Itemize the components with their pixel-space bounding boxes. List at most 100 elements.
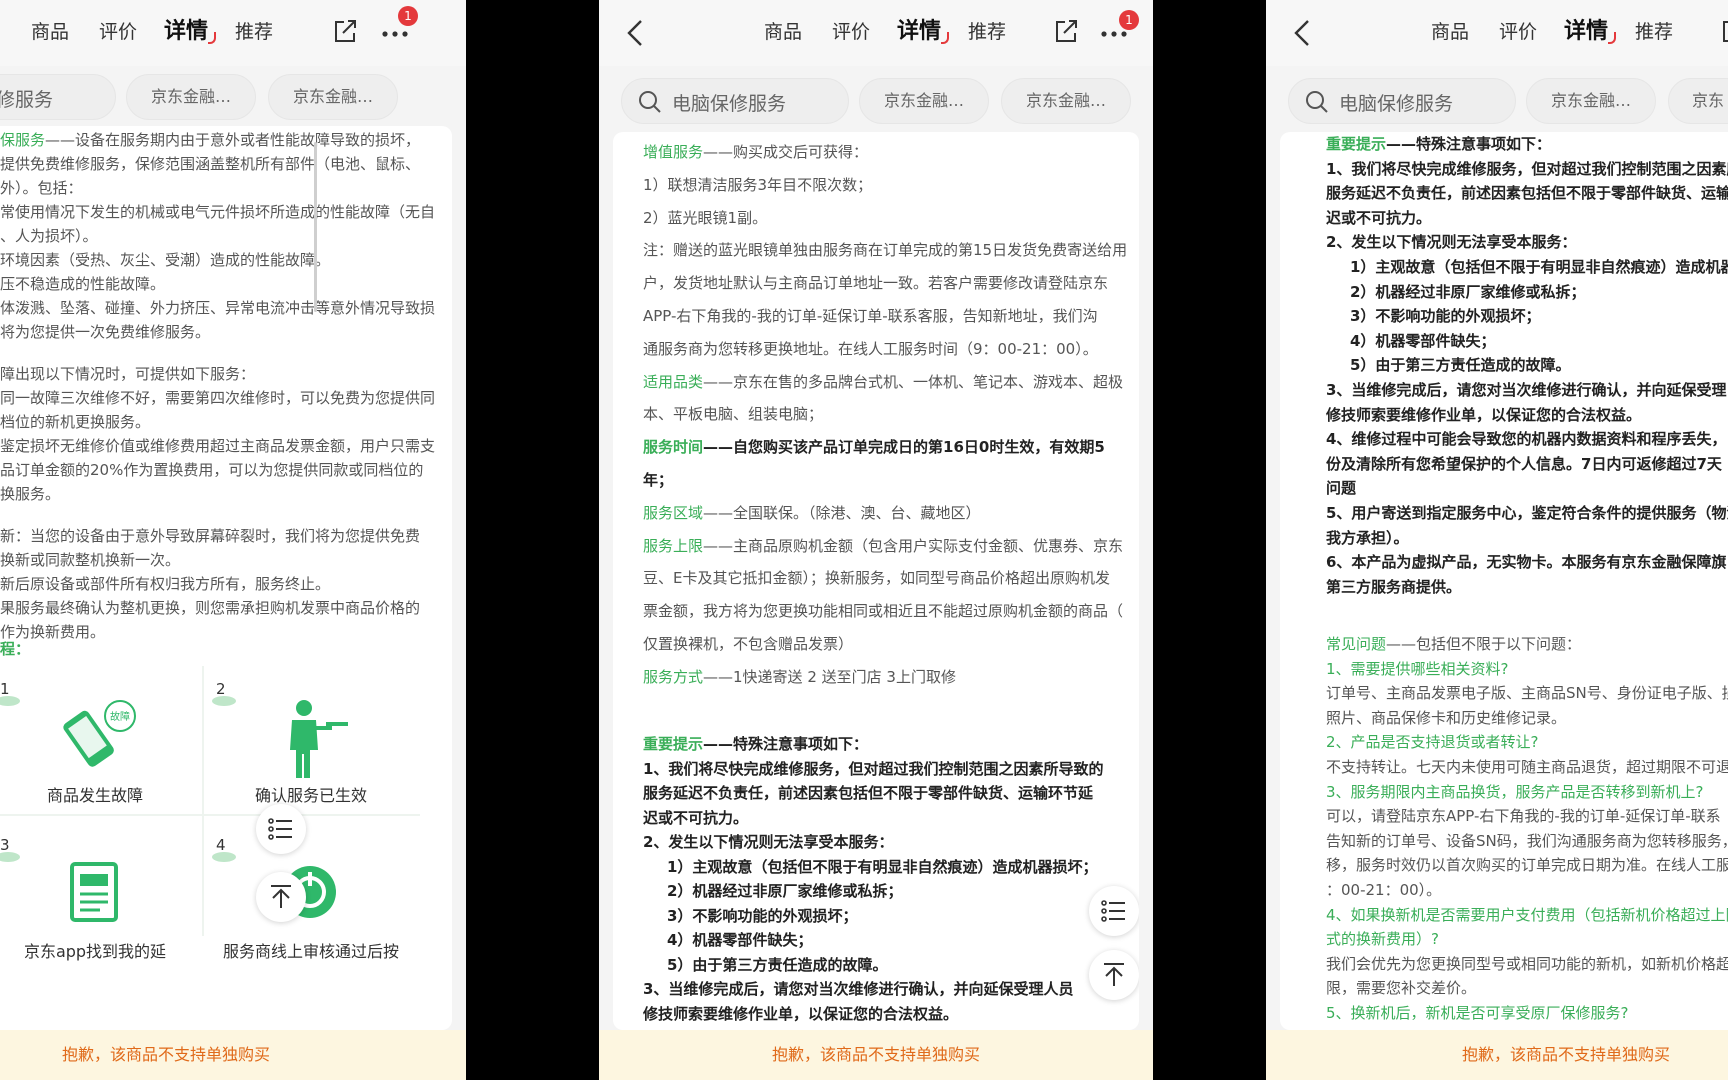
text-line: 3、服务期限内主商品换货，服务产品是否转移到新机上? [1326, 782, 1704, 801]
text-line: 3）不影响功能的外观损坏； [1350, 307, 1541, 326]
text-line: 档位的新机更换服务。 [0, 413, 151, 431]
tab-details[interactable]: 详情 [1552, 14, 1620, 50]
tab-details[interactable]: 详情 [152, 14, 220, 50]
arrow-up-icon [1104, 963, 1124, 986]
text-line: 不支持转让。七天内未使用可随主商品退货，超过期限不可退。 [1326, 757, 1728, 776]
keyword-chip[interactable]: 京东金融… [126, 74, 256, 120]
text-line: 、人为损坏）。 [0, 227, 98, 245]
text-line: 限，需要您补交差价。 [1326, 979, 1477, 998]
flow-step-label: 商品发生故障 [46, 786, 143, 805]
tab-reviews[interactable]: 评价 [1484, 14, 1552, 50]
text-line: 服务方式——1快递寄送 2 送至门店 3上门取修 [643, 667, 956, 686]
text-line: 2）蓝光眼镜1副。 [643, 208, 768, 227]
keyword-chip-row: 电脑保修服务 京东金融… 京东 [1266, 70, 1728, 130]
tab-recommend[interactable]: 推荐 [953, 14, 1021, 50]
text-line: 迟或不可抗力。 [1326, 208, 1432, 227]
text-line: 可以，请登陆京东APP-右下角我的-我的订单-延保订单-联系 [1326, 807, 1721, 826]
text-line: 5、换新机后，新机是否可享受原厂保修服务? [1326, 1003, 1629, 1022]
important-notice: 重要提示——特殊注意事项如下： 1、我们将尽快完成维修服务，但对超过我们控制范围… [1326, 132, 1728, 599]
text-line: 1、我们将尽快完成维修服务，但对超过我们控制范围之因素所 [1326, 159, 1728, 178]
keyword-chip[interactable]: 京东金融… [859, 78, 989, 124]
service-description: 保服务——设备在服务期内由于意外或者性能故障导致的损坏， 提供免费维修服务，保修范… [0, 128, 442, 644]
faq-section: 常见问题——包括但不限于以下问题： 1、需要提供哪些相关资料? 订单号、主商品发票… [1326, 632, 1728, 1026]
outline-button[interactable] [256, 804, 306, 854]
back-to-top-button[interactable] [256, 872, 306, 922]
search-chip[interactable]: 电脑保修服务 [621, 78, 849, 124]
text-line: 第三方服务商提供。 [1326, 577, 1462, 596]
notification-badge: 1 [1119, 10, 1139, 30]
text-line: 票金额，我方将为您更换功能相同或相近且不能超过原购机金额的商品（ [643, 602, 1124, 621]
text-line: 新后原设备或部件所有权归我方所有，服务终止。 [0, 575, 331, 593]
keyword-chip-row: 电脑保修服务 京东金融… 京东金融… [0, 66, 466, 126]
tab-recommend[interactable]: 推荐 [220, 14, 288, 50]
tab-product[interactable]: 商品 [16, 14, 84, 50]
broken-phone-icon: 故障 [63, 700, 136, 767]
text-line: 作为换新费用。 [0, 623, 106, 641]
tab-details[interactable]: 详情 [885, 14, 953, 50]
text-line: 年； [643, 470, 674, 489]
text-line: 份及清除所有您希望保护的个人信息。7日内可返修超过7天 [1326, 454, 1722, 473]
text-line: 告知新的订单号、设备SN码，我们沟通服务商为您转移服务， [1326, 831, 1728, 850]
search-chip[interactable]: 电脑保修服务 [0, 74, 116, 120]
tab-recommend[interactable]: 推荐 [1620, 14, 1688, 50]
list-icon [1101, 900, 1125, 922]
text-line: 鉴定损坏无维修价值或维修费用超过主商品发票金额，用户只需支 [0, 437, 436, 455]
search-icon [639, 91, 661, 113]
text-line: 5）由于第三方责任造成的故障。 [1350, 356, 1571, 375]
scrollbar[interactable] [314, 142, 317, 312]
keyword-chip[interactable]: 京东金融… [268, 74, 398, 120]
text-line: 提供免费维修服务，保修范围涵盖整机所有部件（电池、鼠标、 [0, 155, 421, 173]
text-line: 换新或同款整机换新一次。 [0, 551, 181, 569]
tab-reviews[interactable]: 评价 [84, 14, 152, 50]
share-icon[interactable] [1718, 16, 1728, 46]
svg-text:故障: 故障 [110, 710, 130, 723]
text-line: 1）主观故意（包括但不限于有明显非自然痕迹）造成机器 [1350, 257, 1728, 276]
back-to-top-button[interactable] [1089, 950, 1139, 1000]
keyword-chip[interactable]: 京东金融… [1001, 78, 1131, 124]
tab-product[interactable]: 商品 [1416, 14, 1484, 50]
text-line: 我方承担）。 [1326, 528, 1409, 547]
tab-bar: 商品 评价 详情 推荐 [1416, 14, 1688, 50]
text-line: 1）联想清洁服务3年目不限次数； [643, 175, 873, 194]
text-line: 常使用情况下发生的机械或电气元件损坏所造成的性能故障（无自 [0, 203, 436, 221]
search-chip-label: 电脑保修服务 [1339, 93, 1454, 115]
keyword-chip[interactable]: 京东金融… [1526, 78, 1656, 124]
phone-panel-left: 商品 评价 详情 推荐 1 电脑保修服务 京东金融… 京东金融… 保服务——设备… [0, 0, 466, 1080]
text-line: 2）机器经过非原厂家维修或私拆； [1350, 282, 1586, 301]
important-notice: 重要提示——特殊注意事项如下： 1、我们将尽快完成维修服务，但对超过我们控制范围… [643, 732, 1129, 1026]
back-icon[interactable] [1288, 16, 1316, 50]
text-line: 品订单金额的20%作为置换费用，可以为您提供同款或同档位的 [0, 461, 424, 479]
text-line: 3）不影响功能的外观损坏； [667, 906, 858, 925]
flow-step: 4 服务商线上审核通过后按 [206, 822, 416, 972]
text-line: 压不稳造成的性能故障。 [0, 275, 166, 293]
text-line: 照片、商品保修卡和历史维修记录。 [1326, 708, 1567, 727]
keyword-chip-row: 电脑保修服务 京东金融… 京东金融… [599, 70, 1153, 130]
text-line: 式的换新费用）? [1326, 930, 1439, 949]
text-line: 同一故障三次维修不好，需要第四次维修时，可以免费为您提供同 [0, 389, 436, 407]
share-icon[interactable] [330, 16, 360, 46]
text-line: 2、发生以下情况则无法享受本服务： [643, 833, 894, 851]
text-line: 外）。包括： [0, 179, 83, 197]
service-staff-icon [290, 700, 348, 778]
text-line: 户，发货地址默认与主商品订单地址一致。若客户需要修改请登陆京东 [643, 274, 1109, 293]
tab-bar: 商品 评价 详情 推荐 [16, 14, 288, 50]
flow-title: 程： [0, 640, 31, 658]
share-icon[interactable] [1051, 16, 1081, 46]
document-icon [70, 862, 118, 922]
keyword-chip[interactable]: 京东 [1668, 78, 1728, 124]
text-line: 移，服务时效仍以首次购买的订单完成日期为准。在线人工服务 [1326, 856, 1728, 875]
search-chip[interactable]: 电脑保修服务 [1288, 78, 1516, 124]
search-chip-label: 电脑保修服务 [672, 93, 787, 115]
flow-step: 1 故障 商品发生故障 [0, 666, 200, 816]
phone-panel-center: 商品 评价 详情 推荐 1 电脑保修服务 京东金融… 京东金融… 增值服务——购… [599, 0, 1153, 1080]
text-line: 障出现以下情况时，可提供如下服务： [0, 365, 256, 383]
back-icon[interactable] [621, 16, 649, 50]
text-line: 3、当维修完成后，请您对当次维修进行确认，并向延保受理 [1326, 380, 1727, 399]
outline-button[interactable] [1089, 886, 1139, 936]
top-nav-bar: 商品 评价 详情 推荐 [1266, 0, 1728, 66]
text-line: 服务时间——自您购买该产品订单完成日的第16日0时生效，有效期5 [643, 438, 1105, 457]
tab-product[interactable]: 商品 [749, 14, 817, 50]
tab-reviews[interactable]: 评价 [817, 14, 885, 50]
text-line: ：00-21：00）。 [1326, 880, 1442, 899]
list-icon [268, 818, 292, 840]
